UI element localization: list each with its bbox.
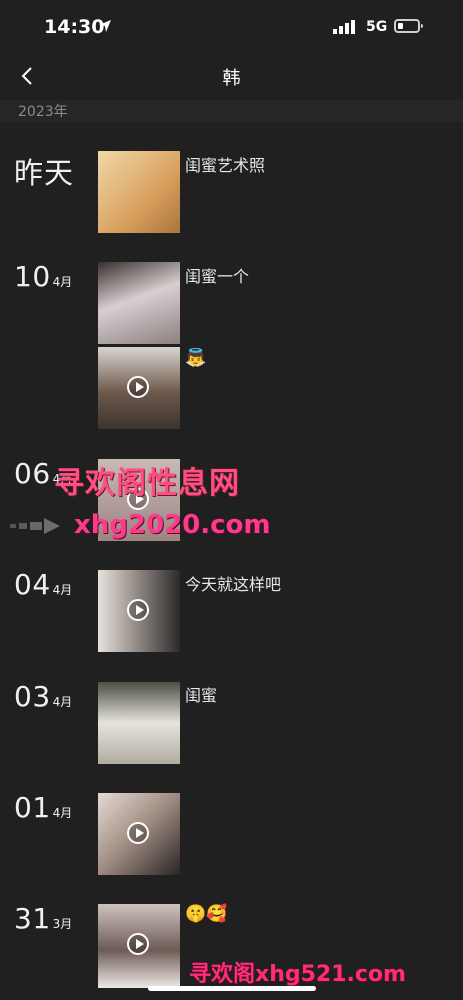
- post-thumbnail[interactable]: [98, 904, 180, 988]
- home-indicator[interactable]: [148, 986, 316, 991]
- watermark-url: xhg2020.com: [74, 510, 271, 540]
- page-title: 韩: [222, 68, 241, 89]
- entry-date: 04 4月: [14, 568, 73, 601]
- post-caption[interactable]: 今天就这样吧: [185, 571, 281, 595]
- year-header: 2023年: [0, 100, 463, 122]
- play-icon: [127, 822, 149, 844]
- location-arrow-icon: [99, 20, 111, 32]
- post-caption[interactable]: 闺蜜: [185, 682, 217, 706]
- arrows-icon: [10, 518, 60, 534]
- post-thumbnail[interactable]: [98, 793, 180, 875]
- battery-icon: [394, 19, 423, 33]
- play-icon: [127, 599, 149, 621]
- entry-date: 10 4月: [14, 260, 73, 293]
- network-type: 5G: [366, 19, 388, 35]
- status-time: 14:30: [44, 16, 105, 38]
- post-thumbnail[interactable]: [98, 570, 180, 652]
- signal-icon: [333, 20, 355, 34]
- watermark-text: 寻欢阁性息网: [54, 466, 240, 501]
- post-thumbnail[interactable]: [98, 151, 180, 233]
- play-icon: [127, 933, 149, 955]
- entry-date: 31 3月: [14, 902, 73, 935]
- post-caption[interactable]: 闺蜜艺术照: [185, 152, 265, 176]
- year-label: 2023年: [18, 104, 68, 120]
- nav-bar: 韩: [0, 52, 463, 100]
- post-thumbnail[interactable]: [98, 682, 180, 764]
- entry-date: 01 4月: [14, 791, 73, 824]
- play-icon: [127, 376, 149, 398]
- post-thumbnail[interactable]: [98, 262, 180, 344]
- status-bar: 14:30 5G: [0, 0, 463, 52]
- post-caption[interactable]: 闺蜜一个: [185, 263, 249, 287]
- entry-date: 昨天: [14, 156, 75, 190]
- post-thumbnail[interactable]: [98, 347, 180, 429]
- post-caption[interactable]: 🤫🥰: [185, 904, 227, 924]
- post-caption[interactable]: 👼: [185, 348, 206, 368]
- watermark-url-bottom: 寻欢阁xhg521.com: [189, 962, 406, 987]
- entry-date: 03 4月: [14, 680, 73, 713]
